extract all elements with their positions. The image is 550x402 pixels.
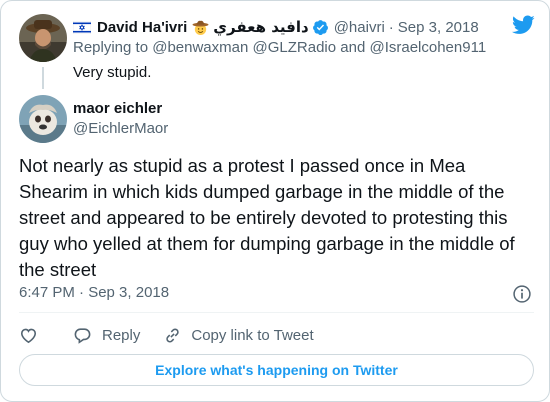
heart-icon — [20, 328, 37, 343]
copy-link-label: Copy link to Tweet — [191, 326, 314, 344]
replying-to-line: Replying to @benwaxman @GLZRadio and @Is… — [73, 39, 486, 56]
tweet-timestamp[interactable]: 6:47 PM · Sep 3, 2018 — [19, 284, 169, 301]
copy-link-button[interactable]: Copy link to Tweet — [163, 326, 314, 345]
reply-label: Reply — [102, 326, 141, 344]
mention-link[interactable]: @Israelcohen911 — [369, 39, 486, 56]
replying-prefix: Replying to — [73, 39, 149, 56]
parent-date[interactable]: Sep 3, 2018 — [398, 19, 479, 36]
explore-twitter-button[interactable]: Explore what's happening on Twitter — [19, 354, 534, 386]
cowboy-emoji-icon — [192, 20, 209, 35]
info-icon[interactable] — [512, 284, 532, 304]
divider — [19, 312, 534, 313]
link-icon — [166, 328, 180, 342]
like-button[interactable] — [19, 326, 38, 345]
mention-link[interactable]: @GLZRadio — [253, 39, 337, 56]
main-avatar[interactable] — [19, 95, 67, 143]
header-separator: · — [388, 18, 394, 36]
parent-tweet-text: Very stupid. — [73, 64, 152, 81]
parent-tweet-header: David Ha'ivri دافيد هعفري @haivri · Sep … — [73, 17, 479, 37]
main-handle[interactable]: @EichlerMaor — [73, 120, 168, 137]
thread-connector-line — [42, 67, 44, 89]
embedded-tweet-card: David Ha'ivri دافيد هعفري @haivri · Sep … — [0, 0, 550, 402]
parent-avatar[interactable] — [19, 14, 67, 62]
replying-joiner: and — [340, 39, 366, 56]
reply-icon — [74, 327, 91, 344]
main-display-name[interactable]: maor eichler — [73, 100, 162, 117]
twitter-bird-icon[interactable] — [512, 15, 535, 35]
verified-badge-icon — [312, 19, 328, 35]
parent-display-name-arabic[interactable]: دافيد هعفري — [213, 18, 308, 36]
parent-display-name[interactable]: David Ha'ivri — [97, 19, 187, 36]
reply-button[interactable]: Reply — [73, 326, 140, 345]
mention-link[interactable]: @benwaxman — [152, 39, 248, 56]
israel-flag-icon — [73, 20, 91, 34]
tweet-actions-bar: Reply Copy link to Tweet — [19, 324, 314, 346]
main-tweet-text: Not nearly as stupid as a protest I pass… — [19, 155, 515, 280]
parent-handle[interactable]: @haivri — [334, 19, 385, 36]
